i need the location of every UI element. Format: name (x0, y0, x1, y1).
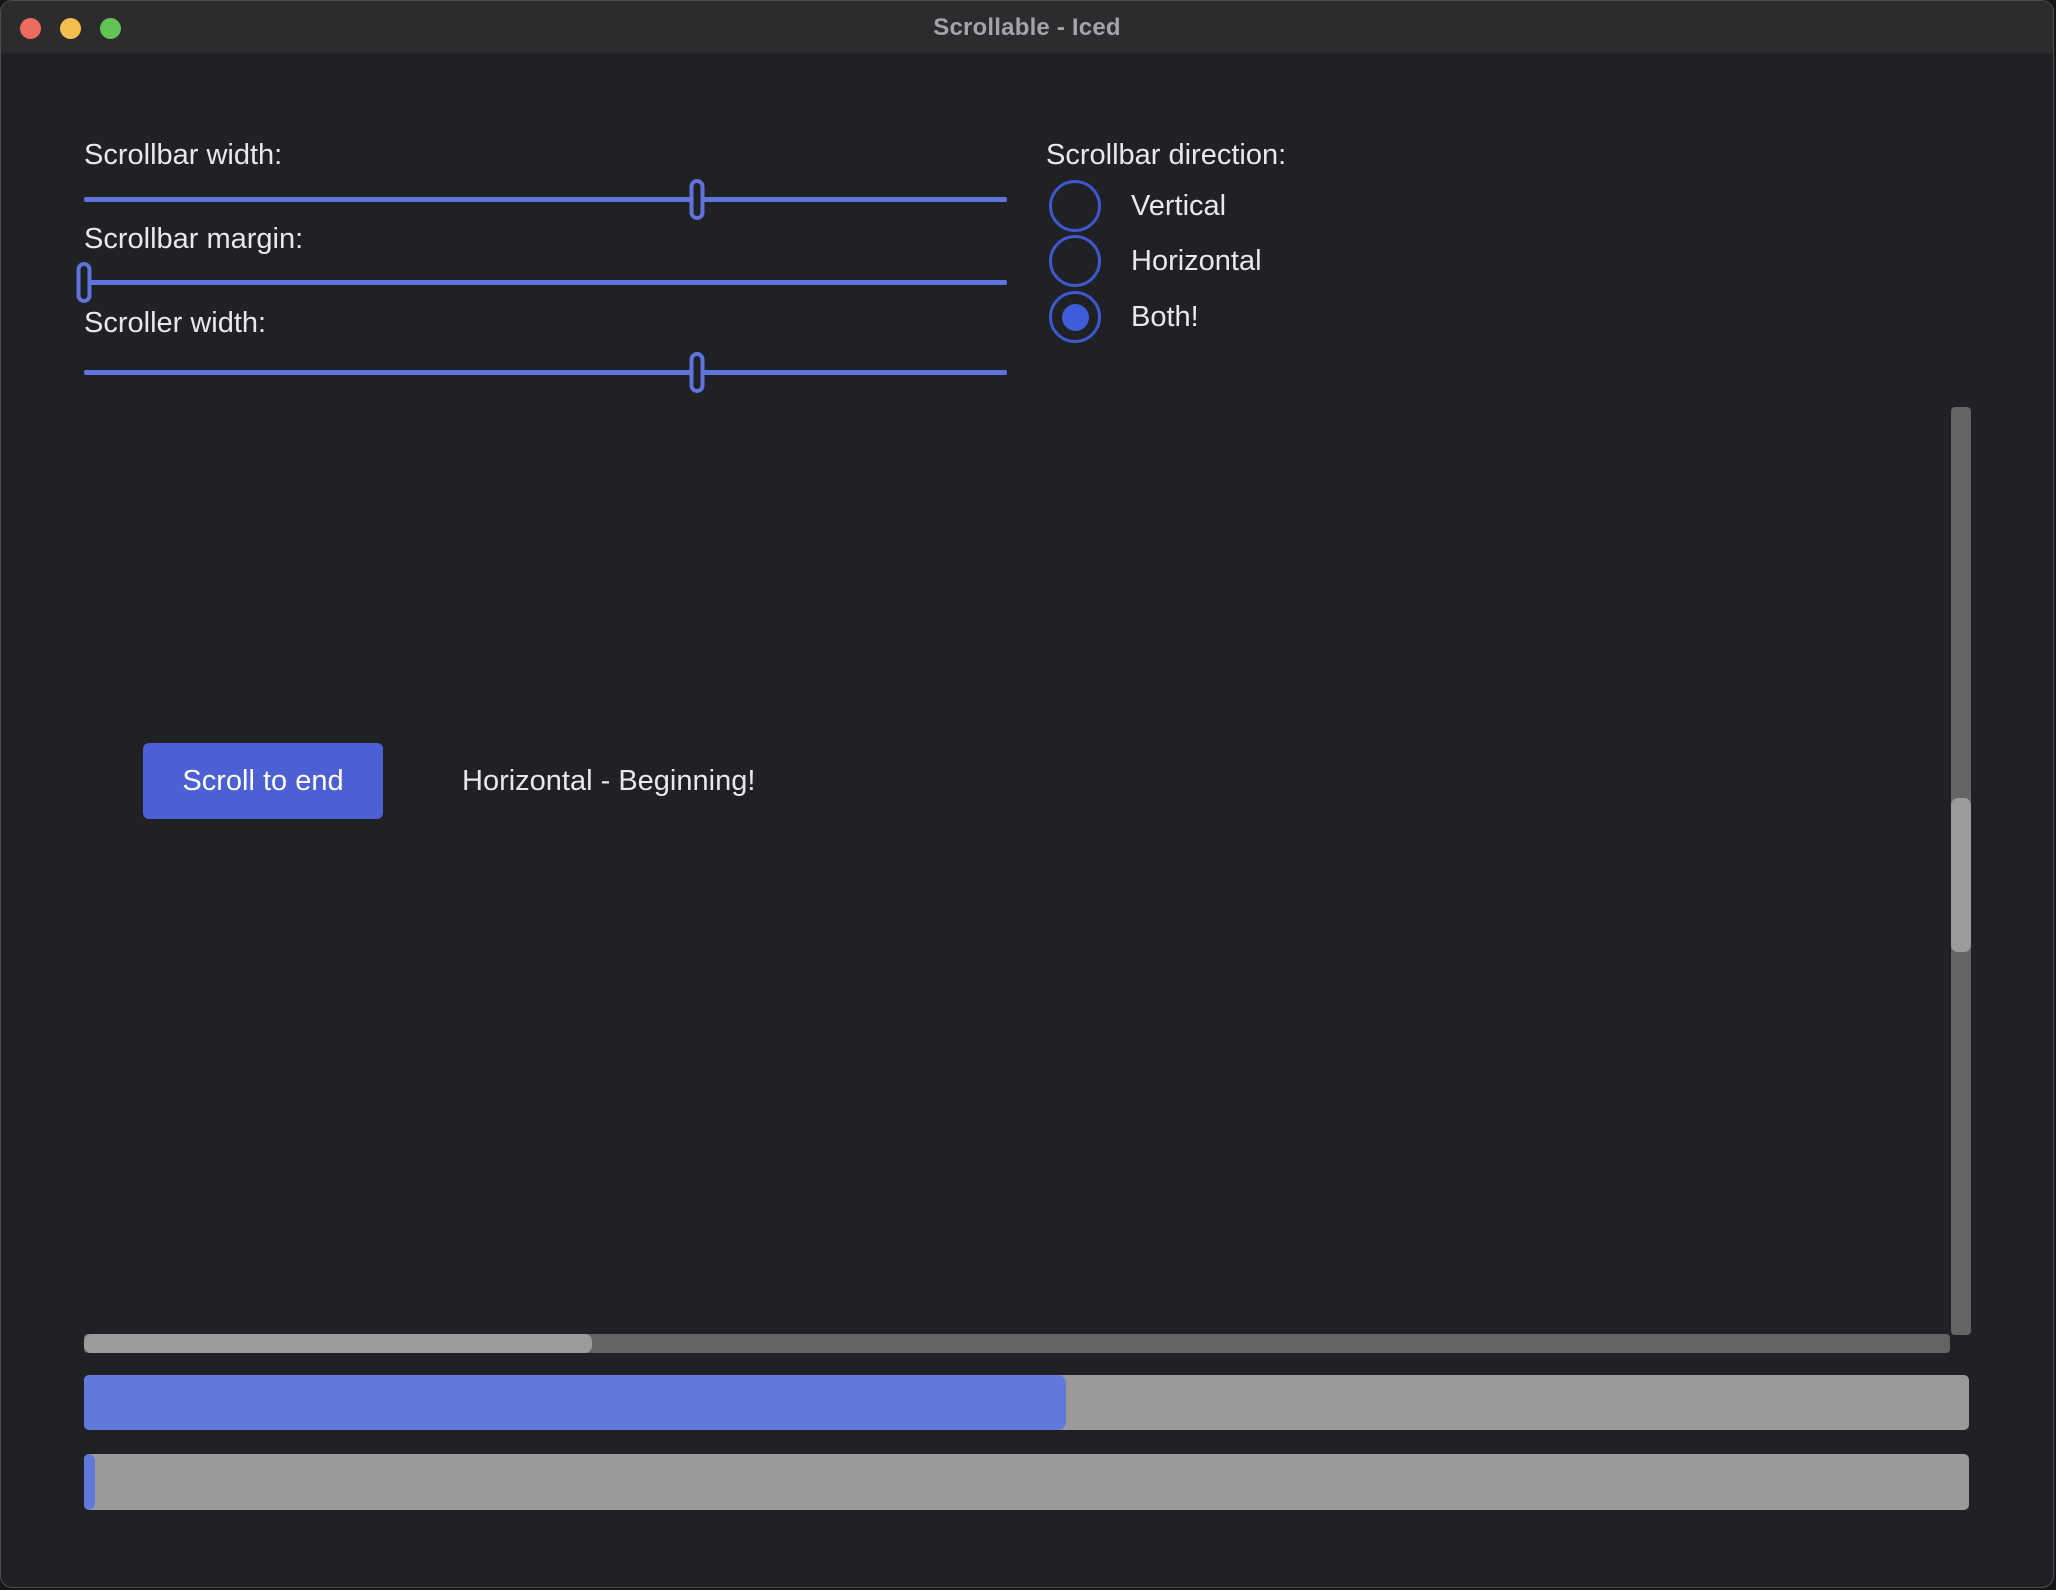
scrollbar-width-slider[interactable] (84, 179, 1007, 220)
horizontal-scrollbar[interactable] (84, 1334, 1950, 1353)
vertical-scrollbar-thumb[interactable] (1951, 798, 1971, 952)
vertical-scrollbar[interactable] (1951, 407, 1971, 1335)
screen: Scrollable - Iced Scrollbar width: Scrol… (0, 0, 2056, 1590)
scrollbar-margin-label: Scrollbar margin: (84, 221, 303, 257)
radio-label: Both! (1131, 301, 1199, 334)
scroller-width-slider[interactable] (84, 352, 1007, 393)
radio-option-horizontal[interactable]: Horizontal (1049, 235, 1262, 287)
scroller-width-label: Scroller width: (84, 305, 266, 341)
radio-icon[interactable] (1049, 180, 1101, 232)
radio-icon[interactable] (1049, 291, 1101, 343)
slider-handle[interactable] (77, 262, 92, 303)
scrollbar-width-label: Scrollbar width: (84, 137, 282, 173)
scroll-status-text: Horizontal - Beginning! (462, 762, 755, 800)
vertical-progress-bar (84, 1454, 1969, 1510)
window-title: Scrollable - Iced (1, 1, 2053, 54)
radio-option-vertical[interactable]: Vertical (1049, 180, 1226, 232)
horizontal-progress-bar (84, 1375, 1969, 1430)
scrollbar-margin-slider[interactable] (84, 262, 1007, 303)
slider-rail[interactable] (84, 280, 1007, 285)
slider-rail[interactable] (84, 197, 1007, 202)
progress-fill (84, 1454, 95, 1510)
radio-option-both[interactable]: Both! (1049, 291, 1199, 343)
slider-handle[interactable] (689, 179, 704, 220)
radio-label: Vertical (1131, 190, 1226, 223)
progress-fill (84, 1375, 1066, 1430)
horizontal-scrollbar-thumb[interactable] (84, 1334, 592, 1353)
radio-label: Horizontal (1131, 245, 1262, 278)
radio-icon[interactable] (1049, 235, 1101, 287)
titlebar: Scrollable - Iced (1, 1, 2053, 54)
scrollbar-direction-label: Scrollbar direction: (1046, 137, 1286, 173)
slider-rail[interactable] (84, 370, 1007, 375)
app-window: Scrollable - Iced Scrollbar width: Scrol… (0, 0, 2054, 1588)
slider-handle[interactable] (689, 352, 704, 393)
scroll-to-end-button[interactable]: Scroll to end (143, 743, 383, 819)
